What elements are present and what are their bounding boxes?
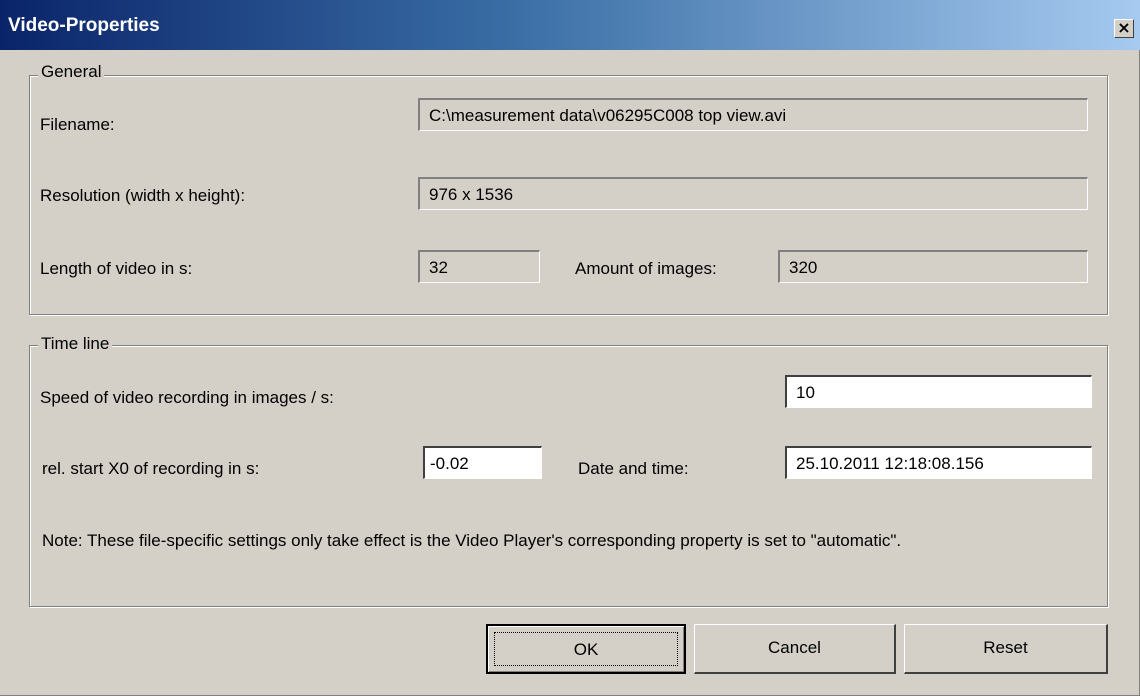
close-button[interactable]: × (1114, 19, 1134, 38)
length-label: Length of video in s: (40, 259, 193, 278)
note-text: Note: These file-specific settings only … (42, 531, 902, 550)
filename-label: Filename: (40, 115, 115, 134)
ok-button[interactable]: OK (486, 624, 686, 674)
images-label: Amount of images: (575, 259, 717, 278)
title-bar[interactable]: Video-Properties × (0, 0, 1140, 50)
filename-field[interactable]: C:\measurement data\v06295C008 top view.… (418, 98, 1088, 131)
length-field[interactable]: 32 (418, 250, 540, 283)
ok-focus-ring: OK (494, 632, 678, 666)
start-input[interactable]: -0.02 (423, 446, 542, 479)
datetime-input[interactable]: 25.10.2011 12:18:08.156 (785, 446, 1092, 479)
close-icon: × (1117, 18, 1131, 37)
timeline-legend: Time line (38, 334, 113, 354)
speed-label: Speed of video recording in images / s: (40, 388, 334, 407)
start-label: rel. start X0 of recording in s: (42, 459, 260, 478)
window-title: Video-Properties (8, 15, 160, 36)
datetime-label: Date and time: (578, 459, 689, 478)
speed-input[interactable]: 10 (785, 375, 1092, 408)
reset-button[interactable]: Reset (904, 624, 1108, 674)
images-field[interactable]: 320 (778, 250, 1088, 283)
cancel-button[interactable]: Cancel (694, 624, 896, 674)
resolution-field[interactable]: 976 x 1536 (418, 177, 1088, 210)
general-legend: General (38, 62, 105, 82)
ok-label: OK (573, 640, 599, 659)
video-properties-dialog: Video-Properties × General Filename: C:\… (0, 0, 1140, 696)
resolution-label: Resolution (width x height): (40, 186, 246, 205)
